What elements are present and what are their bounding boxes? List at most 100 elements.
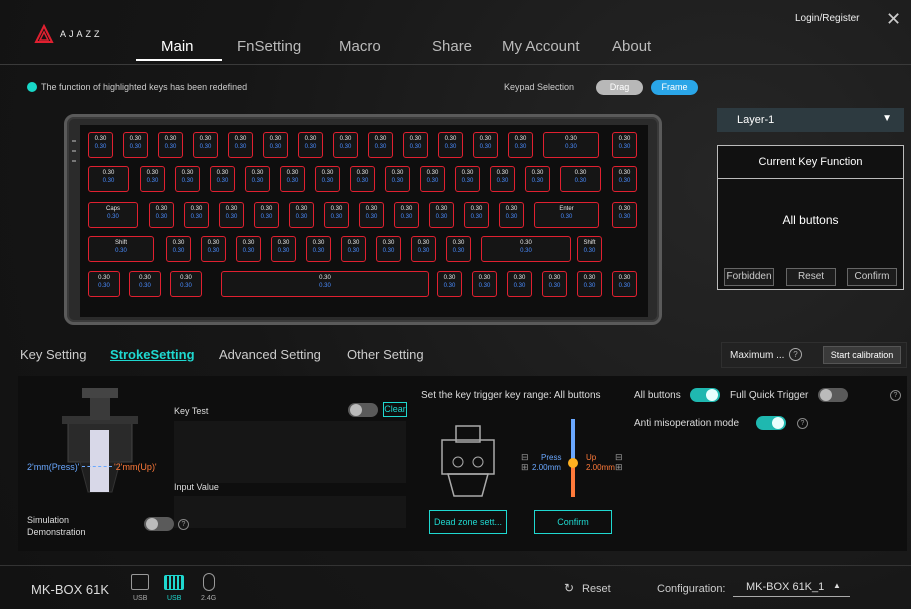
keyboard-key[interactable]: 0.30 0.30 — [508, 132, 533, 158]
keyboard-key[interactable]: 0.30 0.30 — [236, 236, 261, 262]
up-increase-icon[interactable]: ⊞ — [615, 462, 623, 473]
keyboard-key[interactable]: 0.30 0.30 — [158, 132, 183, 158]
all-buttons-toggle[interactable] — [690, 388, 720, 402]
keyboard-key[interactable]: 0.30 0.30 — [403, 132, 428, 158]
keyboard-key[interactable]: 0.30 0.30 — [560, 166, 601, 192]
start-calibration-button[interactable]: Start calibration — [823, 346, 901, 364]
keyboard-key[interactable]: 0.30 0.30 — [612, 271, 637, 297]
keyboard-key[interactable]: 0.30 0.30 — [385, 166, 410, 192]
keyboard-key[interactable]: 0.30 0.30 — [438, 132, 463, 158]
keyboard-key[interactable]: 0.30 0.30 — [228, 132, 253, 158]
keyboard-key[interactable]: 0.30 0.30 — [306, 236, 331, 262]
keyboard-key[interactable]: 0.30 0.30 — [341, 236, 366, 262]
keyboard-key[interactable]: 0.30 0.30 — [88, 166, 129, 192]
close-icon[interactable]: ✕ — [886, 10, 901, 28]
keyboard-key[interactable]: 0.30 0.30 — [149, 202, 174, 228]
simulation-toggle[interactable] — [144, 517, 174, 531]
forbidden-button[interactable]: Forbidden — [724, 268, 774, 286]
keyboard-key[interactable]: 0.30 0.30 — [359, 202, 384, 228]
keyboard-key[interactable]: 0.30 0.30 — [123, 132, 148, 158]
keyboard-key[interactable]: 0.30 0.30 — [543, 132, 599, 158]
reset-button[interactable]: Reset — [582, 583, 611, 595]
keyboard-key[interactable]: 0.30 0.30 — [166, 236, 191, 262]
usb-keyboard-icon[interactable] — [164, 575, 184, 590]
keyboard-key[interactable]: 0.30 0.30 — [376, 236, 401, 262]
press-increase-icon[interactable]: ⊞ — [521, 462, 529, 473]
keyboard-key[interactable]: 0.30 0.30 — [324, 202, 349, 228]
keyboard-key[interactable]: 0.30 0.30 — [507, 271, 532, 297]
tab-main[interactable]: Main — [161, 38, 194, 55]
keyboard-key[interactable]: 0.30 0.30 — [437, 271, 462, 297]
drag-button[interactable]: Drag — [596, 80, 643, 95]
clear-button[interactable]: Clear — [383, 402, 407, 417]
keyboard-key[interactable]: 0.30 0.30 — [490, 166, 515, 192]
keyboard-key[interactable]: 0.30 0.30 — [473, 132, 498, 158]
keyboard-key[interactable]: 0.30 0.30 — [254, 202, 279, 228]
keyboard-key[interactable]: 0.30 0.30 — [612, 132, 637, 158]
slider-handle[interactable] — [568, 458, 578, 468]
tab-macro[interactable]: Macro — [339, 38, 381, 55]
tab-share[interactable]: Share — [432, 38, 472, 55]
keyboard-key[interactable]: 0.30 0.30 — [542, 271, 567, 297]
keyboard-key[interactable]: 0.30 0.30 — [184, 202, 209, 228]
keyboard-key[interactable]: 0.30 0.30 — [289, 202, 314, 228]
keyboard-key[interactable]: 0.30 0.30 — [446, 236, 471, 262]
keyboard-key[interactable]: 0.30 0.30 — [411, 236, 436, 262]
keyboard-key[interactable]: 0.30 0.30 — [577, 271, 602, 297]
keyboard-key[interactable]: Shift 0.30 — [88, 236, 154, 262]
keyboard-key[interactable]: 0.30 0.30 — [612, 202, 637, 228]
keyboard-key[interactable]: 0.30 0.30 — [140, 166, 165, 192]
configuration-dropdown[interactable]: MK-BOX 61K_1 ▲ — [733, 580, 850, 597]
keyboard-key[interactable]: 0.30 0.30 — [368, 132, 393, 158]
full-quick-trigger-toggle[interactable] — [818, 388, 848, 402]
key-test-area[interactable] — [174, 421, 406, 483]
keyboard-key[interactable]: 0.30 0.30 — [612, 166, 637, 192]
quick-trigger-help-icon[interactable]: ? — [890, 390, 901, 401]
tab-fnsetting[interactable]: FnSetting — [237, 38, 301, 55]
reset-icon[interactable]: ↻ — [564, 581, 574, 595]
keyboard-key[interactable]: 0.30 0.30 — [394, 202, 419, 228]
keyboard-key[interactable]: 0.30 0.30 — [210, 166, 235, 192]
tab-about[interactable]: About — [612, 38, 651, 55]
tab-stroke-setting[interactable]: StrokeSetting — [110, 347, 195, 362]
press-slider-track[interactable] — [571, 419, 575, 463]
keyboard-key[interactable]: 0.30 0.30 — [499, 202, 524, 228]
keyboard-key[interactable]: 0.30 0.30 — [88, 271, 120, 297]
anti-misoperation-help-icon[interactable]: ? — [797, 418, 808, 429]
keyboard-key[interactable]: 0.30 0.30 — [333, 132, 358, 158]
keyboard-key[interactable]: 0.30 0.30 — [219, 202, 244, 228]
anti-misoperation-toggle[interactable] — [756, 416, 786, 430]
keyboard-key[interactable]: 0.30 0.30 — [429, 202, 454, 228]
tab-advanced-setting[interactable]: Advanced Setting — [219, 347, 321, 362]
keyboard-key[interactable]: 0.30 0.30 — [420, 166, 445, 192]
keyboard-key[interactable]: 0.30 0.30 — [263, 132, 288, 158]
layer-dropdown[interactable]: Layer-1 ▼ — [717, 108, 904, 132]
confirm-stroke-button[interactable]: Confirm — [534, 510, 612, 534]
keyboard-key[interactable]: 0.30 0.30 — [245, 166, 270, 192]
keyboard-key[interactable]: 0.30 0.30 — [201, 236, 226, 262]
keyboard-key[interactable]: 0.30 0.30 — [271, 236, 296, 262]
keyboard-key[interactable]: 0.30 0.30 — [298, 132, 323, 158]
help-icon[interactable]: ? — [789, 348, 802, 361]
confirm-key-button[interactable]: Confirm — [847, 268, 897, 286]
key-test-toggle[interactable] — [348, 403, 378, 417]
frame-button[interactable]: Frame — [651, 80, 698, 95]
simulation-help-icon[interactable]: ? — [178, 519, 189, 530]
login-register-link[interactable]: Login/Register — [795, 13, 859, 24]
keyboard-key[interactable]: 0.30 0.30 — [280, 166, 305, 192]
keyboard-key[interactable]: 0.30 0.30 — [193, 132, 218, 158]
keyboard-key[interactable]: 0.30 0.30 — [472, 271, 497, 297]
keyboard-key[interactable]: Shift 0.30 — [577, 236, 602, 262]
keyboard-key[interactable]: 0.30 0.30 — [175, 166, 200, 192]
keyboard-key[interactable]: 0.30 0.30 — [221, 271, 429, 297]
usb-cable-icon[interactable] — [131, 574, 149, 590]
up-slider-track[interactable] — [571, 463, 575, 497]
keyboard-key[interactable]: 0.30 0.30 — [525, 166, 550, 192]
tab-other-setting[interactable]: Other Setting — [347, 347, 424, 362]
tab-my-account[interactable]: My Account — [502, 38, 580, 55]
wireless-mouse-icon[interactable] — [203, 573, 215, 591]
keyboard-key[interactable]: 0.30 0.30 — [350, 166, 375, 192]
tab-key-setting[interactable]: Key Setting — [20, 347, 87, 362]
keyboard-key[interactable]: 0.30 0.30 — [170, 271, 202, 297]
keyboard-key[interactable]: Caps 0.30 — [88, 202, 138, 228]
